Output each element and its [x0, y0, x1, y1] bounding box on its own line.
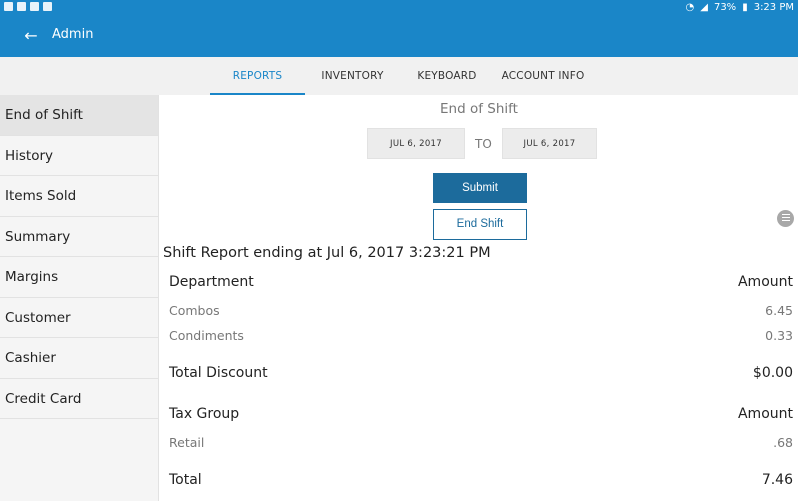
app-notification-icon: [17, 2, 26, 11]
tab-reports[interactable]: REPORTS: [210, 57, 305, 95]
total-discount-amount: $0.00: [752, 365, 793, 381]
report-title: Shift Report ending at Jul 6, 2017 3:23:…: [163, 245, 491, 261]
department-header-amount: Amount: [737, 274, 793, 290]
tab-bar: REPORTS INVENTORY KEYBOARD ACCOUNT INFO: [0, 57, 798, 95]
to-label: TO: [475, 137, 492, 151]
sidebar-item-end-of-shift[interactable]: End of Shift: [0, 95, 158, 136]
gallery-icon: [4, 2, 13, 11]
play-store-icon: [43, 2, 52, 11]
total-label: Total: [169, 472, 202, 488]
sidebar-item-customer[interactable]: Customer: [0, 298, 158, 338]
department-amount: 0.33: [765, 328, 793, 343]
battery-percent: 73%: [713, 2, 737, 13]
total-discount-row: Total Discount $0.00: [169, 365, 793, 381]
report-filter-title: End of Shift: [440, 101, 518, 117]
total-amount: 7.46: [761, 472, 793, 488]
end-shift-button[interactable]: End Shift: [433, 209, 527, 240]
app-bar: ← Admin: [0, 17, 798, 57]
tab-keyboard[interactable]: KEYBOARD: [410, 57, 484, 95]
department-header: Department Amount: [169, 274, 793, 290]
battery-icon: ▮: [742, 2, 748, 13]
department-header-label: Department: [169, 274, 254, 290]
sidebar-item-cashier[interactable]: Cashier: [0, 338, 158, 379]
tax-group-header-amount: Amount: [737, 406, 793, 422]
sidebar-item-margins[interactable]: Margins: [0, 257, 158, 298]
submit-button[interactable]: Submit: [433, 173, 527, 203]
to-date-picker[interactable]: JUL 6, 2017: [502, 128, 597, 159]
status-bar: ◔ ◢ 73% ▮ 3:23 PM: [0, 0, 798, 17]
arrow-left-icon[interactable]: ←: [20, 25, 42, 47]
department-name: Combos: [169, 303, 220, 318]
notification-icons: [4, 2, 52, 11]
settings-notification-icon: [30, 2, 39, 11]
tax-group-name: Retail: [169, 435, 205, 450]
table-row: Retail .68: [169, 435, 793, 450]
sidebar-item-items-sold[interactable]: Items Sold: [0, 176, 158, 217]
signal-icon: ◢: [700, 2, 708, 13]
tab-account-info[interactable]: ACCOUNT INFO: [497, 57, 589, 95]
tax-group-amount: .68: [773, 435, 793, 450]
report-sidebar: End of Shift History Items Sold Summary …: [0, 95, 159, 501]
sidebar-item-history[interactable]: History: [0, 136, 158, 176]
from-date-picker[interactable]: JUL 6, 2017: [367, 128, 465, 159]
tab-inventory[interactable]: INVENTORY: [315, 57, 390, 95]
tax-group-header-label: Tax Group: [169, 406, 240, 422]
total-row: Total 7.46: [169, 472, 793, 488]
app-title: Admin: [52, 27, 94, 42]
department-name: Condiments: [169, 328, 244, 343]
table-row: Condiments 0.33: [169, 328, 793, 343]
wifi-icon: ◔: [685, 2, 695, 13]
sidebar-item-summary[interactable]: Summary: [0, 217, 158, 257]
clock: 3:23 PM: [753, 2, 794, 13]
system-status: ◔ ◢ 73% ▮ 3:23 PM: [686, 2, 794, 13]
list-icon[interactable]: [777, 210, 794, 227]
report-content: End of Shift JUL 6, 2017 TO JUL 6, 2017 …: [160, 95, 798, 501]
table-row: Combos 6.45: [169, 303, 793, 318]
total-discount-label: Total Discount: [169, 365, 268, 381]
tax-group-header: Tax Group Amount: [169, 406, 793, 422]
department-amount: 6.45: [765, 303, 793, 318]
sidebar-item-credit-card[interactable]: Credit Card: [0, 379, 158, 419]
